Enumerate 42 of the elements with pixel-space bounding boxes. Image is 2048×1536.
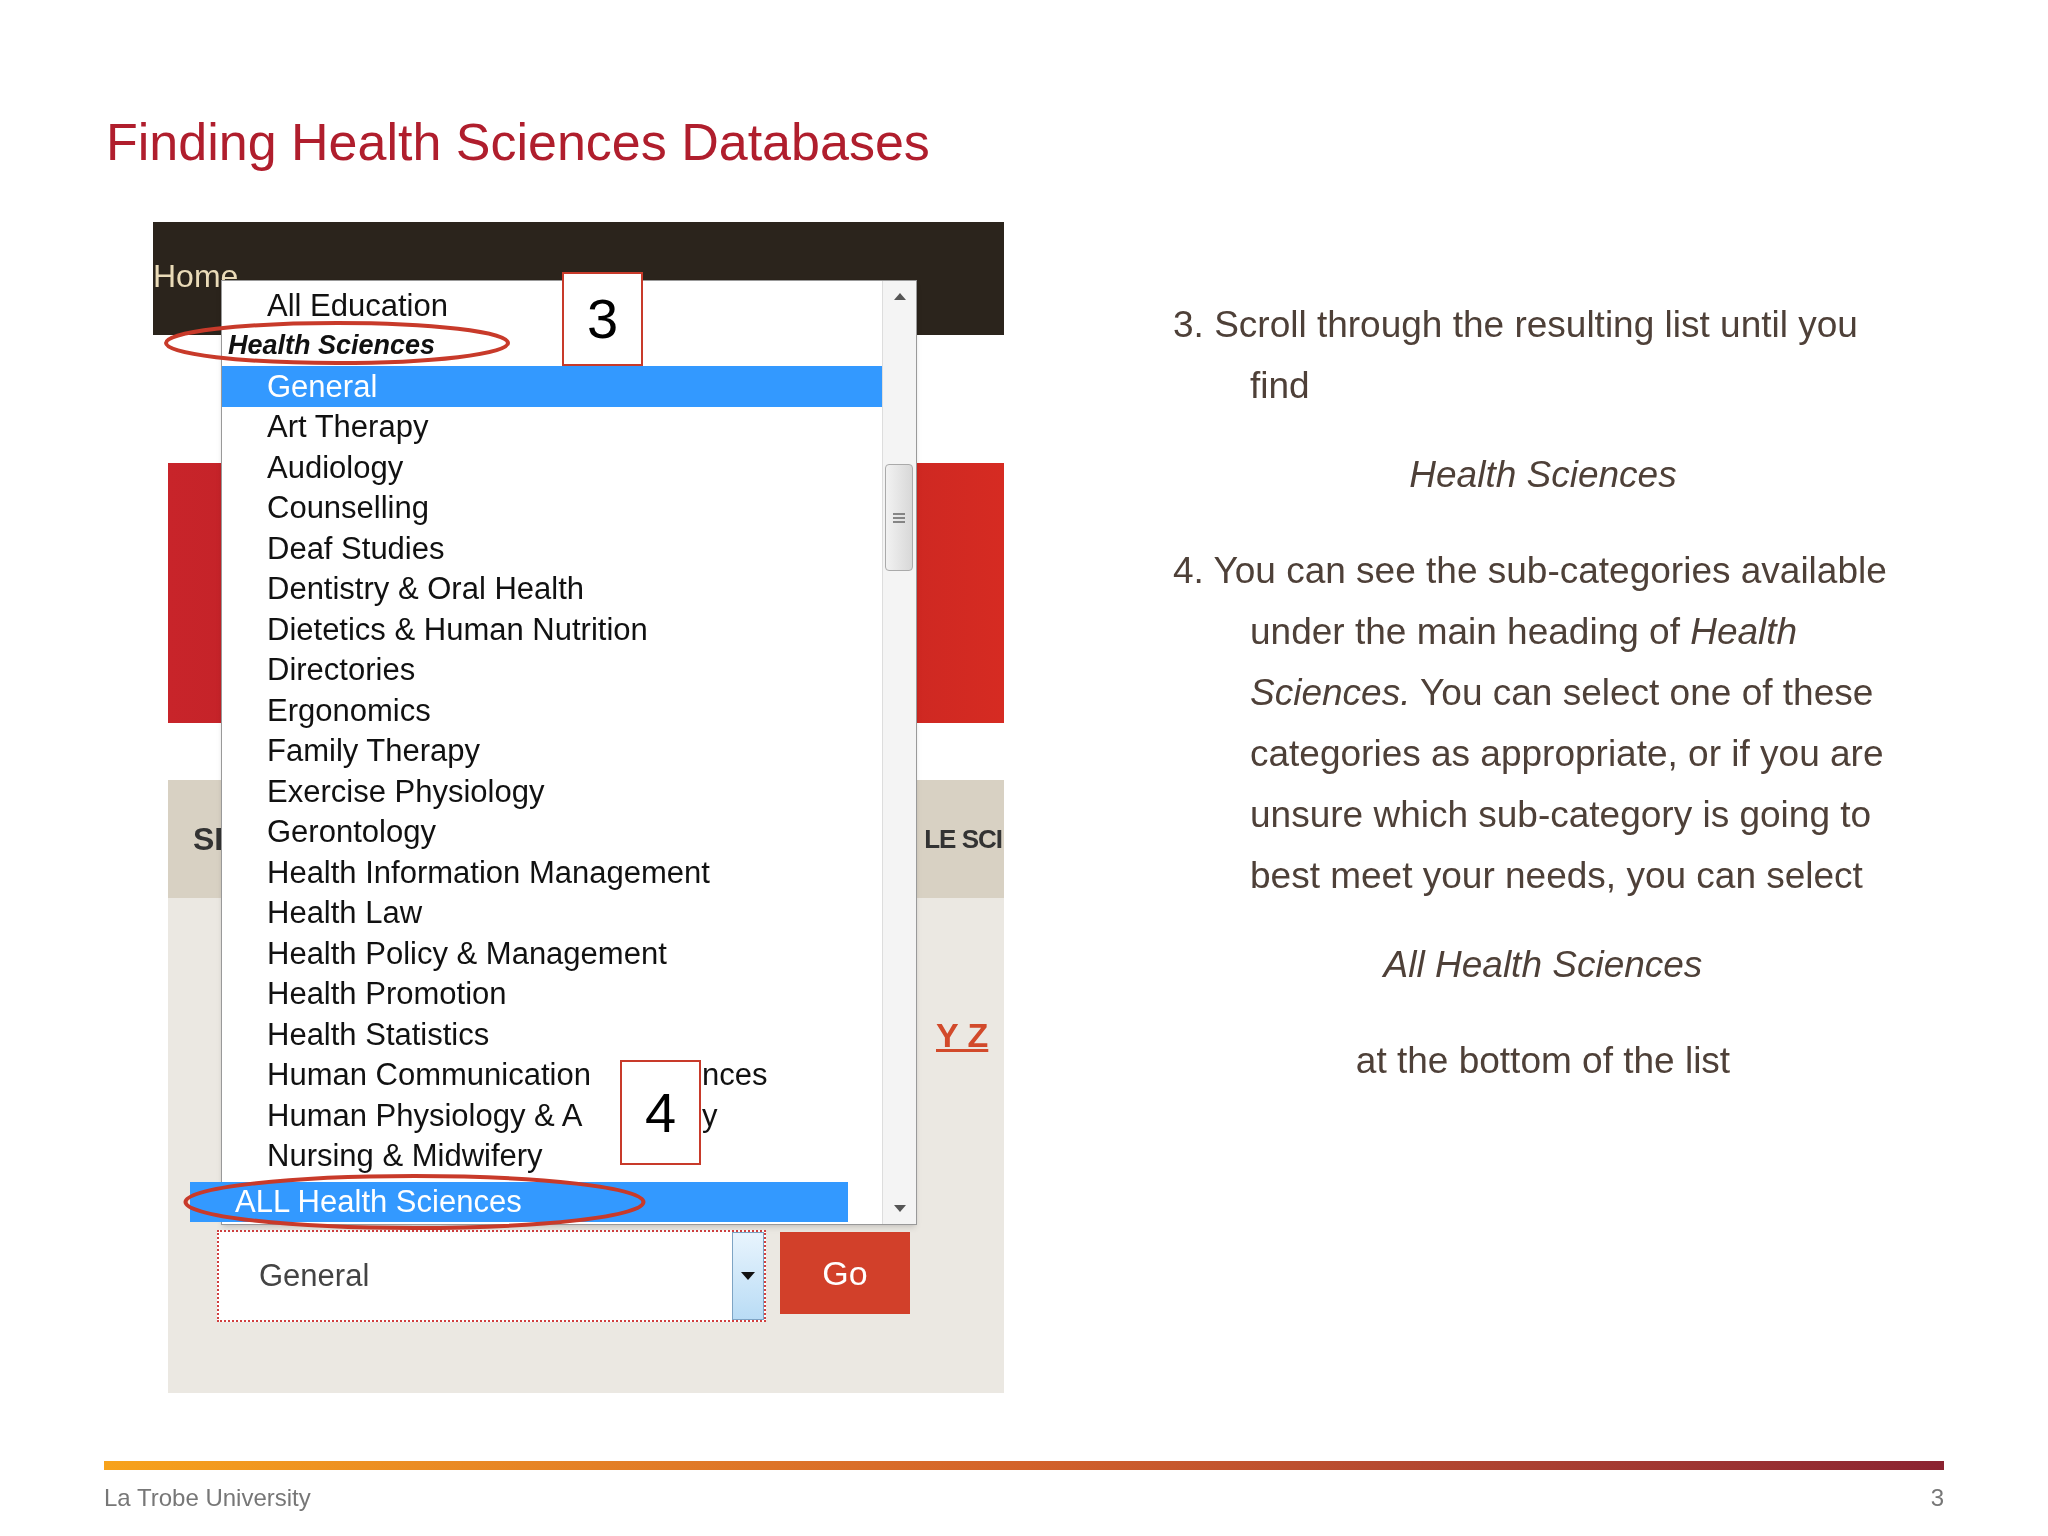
option-text-fragment: nces [702, 1059, 768, 1091]
dropdown-option[interactable]: Human Communication [267, 1059, 621, 1091]
dropdown-option[interactable]: Exercise Physiology [267, 775, 545, 807]
scrollbar-thumb[interactable] [885, 464, 913, 571]
scroll-down-icon[interactable] [894, 1205, 906, 1212]
dropdown-option[interactable]: Health Information Management [267, 856, 710, 888]
slide-title: Finding Health Sciences Databases [105, 112, 931, 173]
dropdown-option[interactable]: Family Therapy [267, 735, 481, 767]
option-group-label: Health Sciences [228, 332, 436, 360]
dropdown-option[interactable]: Dietetics & Human Nutrition [267, 613, 648, 645]
option-text-fragment: y [702, 1099, 718, 1131]
dropdown-option[interactable]: Audiology [267, 451, 404, 483]
dropdown-option[interactable]: Health Law [267, 897, 423, 929]
dropdown-option[interactable]: Human Physiology & A [267, 1099, 621, 1131]
dropdown-option[interactable]: Health Promotion [267, 978, 507, 1010]
dropdown-option[interactable]: Directories [267, 654, 416, 686]
footer-organization: La Trobe University [104, 1483, 311, 1513]
step-number: 4 [620, 1060, 701, 1165]
dropdown-option[interactable]: Counselling [267, 492, 429, 524]
dropdown-option[interactable]: Art Therapy [267, 411, 429, 443]
dropdown-option[interactable]: Health Policy & Management [267, 937, 667, 969]
go-button[interactable]: Go [780, 1232, 910, 1314]
instruction-text: 4. You can see the sub-categories available under the main heading of Health Sciences. You can select one of these categories as appropriate, or if you are unsure which sub-category is going to best meet your needs, you can select [1173, 549, 1888, 898]
dropdown-option[interactable]: Nursing & Midwifery [267, 1140, 543, 1172]
dropdown-option[interactable]: Health Statistics [267, 1018, 490, 1050]
dropdown-option[interactable]: Gerontology [267, 816, 436, 848]
emphasis-text: All Health Sciences [1381, 943, 1704, 987]
note-text: at the bottom of the list [1354, 1039, 1732, 1083]
dropdown-option[interactable]: All Education [267, 289, 448, 321]
emphasis-text: Health Sciences [1408, 453, 1678, 497]
step-number: 3 [562, 272, 643, 366]
scroll-up-icon[interactable] [894, 293, 906, 300]
instruction-text: 3. Scroll through the resulting list until you find [1173, 303, 1859, 408]
grip-icon [893, 512, 905, 523]
letter-links[interactable]: Y Z [936, 1010, 989, 1061]
category-select[interactable]: General [217, 1230, 766, 1322]
dropdown-option[interactable]: Dentistry & Oral Health [267, 573, 584, 605]
scrollbar[interactable] [882, 281, 916, 1224]
tab-label[interactable]: LE SCI [924, 819, 1004, 859]
page-number: 3 [1930, 1483, 1944, 1513]
dropdown-option[interactable]: Deaf Studies [267, 532, 445, 564]
dropdown-option[interactable]: Ergonomics [267, 694, 431, 726]
